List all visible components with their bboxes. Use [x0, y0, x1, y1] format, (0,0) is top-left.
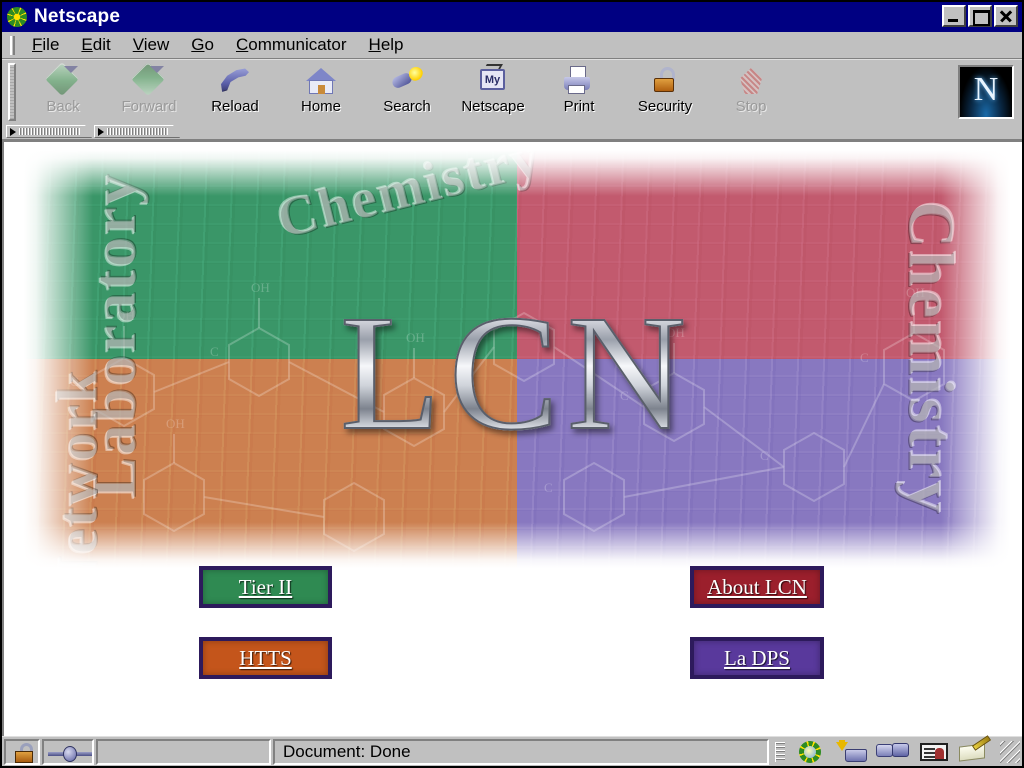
my-netscape-button[interactable]: My Netscape: [450, 62, 536, 120]
svg-text:OH: OH: [406, 330, 425, 345]
stop-sign-icon: [734, 65, 768, 97]
toolbar-grip[interactable]: [8, 63, 16, 121]
status-bar: Document: Done: [2, 734, 1022, 766]
menu-file-rest: ile: [42, 35, 60, 54]
menu-communicator-rest: ommunicator: [248, 35, 347, 54]
svg-text:C: C: [210, 344, 219, 359]
svg-text:OH: OH: [906, 285, 925, 300]
svg-text:C: C: [70, 374, 79, 389]
menu-bar-grip[interactable]: [10, 35, 15, 55]
window-controls: [942, 5, 1018, 27]
reload-button[interactable]: Reload: [192, 62, 278, 120]
link-tier-ii[interactable]: Tier II: [199, 566, 332, 608]
svg-text:OH: OH: [166, 416, 185, 431]
svg-text:OH: OH: [116, 308, 135, 323]
discussions-icon[interactable]: [874, 740, 912, 764]
expand-arrow-icon: [10, 127, 16, 136]
menu-communicator[interactable]: Communicator: [225, 33, 358, 57]
menu-go-rest: o: [204, 35, 214, 54]
link-htts[interactable]: HTTS: [199, 637, 332, 679]
home-button-label: Home: [300, 98, 341, 115]
grip-dots: [19, 128, 80, 135]
navigator-icon[interactable]: [792, 740, 830, 764]
menu-edit-rest: dit: [92, 35, 111, 54]
forward-button-label: Forward: [121, 98, 177, 115]
link-htts-label: HTTS: [239, 645, 292, 670]
network-connection-icon[interactable]: [42, 738, 94, 765]
title-bar: Netscape: [2, 2, 1022, 32]
home-icon: [304, 65, 338, 97]
svg-text:C: C: [364, 394, 373, 409]
stop-button-label: Stop: [735, 98, 767, 115]
menu-help-rest: elp: [380, 35, 404, 54]
menu-file[interactable]: File: [21, 33, 70, 57]
forward-arrow-icon: [131, 62, 166, 97]
molecular-structure-overlay: OH OH OH OH OH OH C C C C C C C C: [70, 280, 945, 553]
svg-text:C: C: [544, 480, 553, 495]
personal-toolbar-tab[interactable]: [94, 125, 180, 138]
svg-text:OH: OH: [251, 280, 270, 295]
lcn-banner-image: OH OH OH OH OH OH CC CC CC CC Laboratory Ne…: [24, 150, 1010, 568]
netscape-star-icon: [6, 6, 28, 28]
unlocked-padlock-icon[interactable]: [4, 738, 40, 765]
reload-button-label: Reload: [211, 98, 259, 115]
stop-button[interactable]: Stop: [708, 62, 794, 120]
grip-dots: [107, 128, 168, 135]
netscape-button-label: Netscape: [461, 98, 525, 115]
svg-text:C: C: [860, 350, 869, 365]
menu-view[interactable]: View: [122, 33, 181, 57]
back-button[interactable]: Back: [20, 62, 106, 120]
menu-edit[interactable]: Edit: [70, 33, 121, 57]
search-button[interactable]: Search: [364, 62, 450, 120]
my-netscape-icon: My: [476, 64, 510, 97]
search-flashlight-icon: [390, 65, 424, 97]
back-button-label: Back: [46, 98, 80, 115]
link-tier-ii-label: Tier II: [238, 574, 293, 599]
menu-bar: File Edit View Go Communicator Help: [2, 32, 1022, 59]
browser-window: Netscape File Edit View Go Communicator …: [0, 0, 1024, 768]
padlock-icon: [648, 65, 682, 97]
link-about-lcn-label: About LCN: [707, 574, 807, 599]
page-content: OH OH OH OH OH OH CC CC CC CC Laboratory Ne…: [2, 140, 1022, 736]
svg-text:C: C: [760, 448, 769, 463]
svg-text:OH: OH: [666, 325, 685, 340]
printer-icon: [562, 65, 596, 97]
link-la-dps[interactable]: La DPS: [690, 637, 824, 679]
link-la-dps-label: La DPS: [724, 645, 790, 670]
menu-help[interactable]: Help: [358, 33, 415, 57]
search-button-label: Search: [383, 98, 431, 115]
svg-text:C: C: [620, 388, 629, 403]
progress-area: [96, 738, 271, 765]
window-title: Netscape: [34, 6, 121, 27]
composer-icon[interactable]: [956, 734, 994, 764]
security-button-label: Security: [637, 98, 693, 115]
component-bar-grip[interactable]: [775, 741, 785, 762]
component-bar: [771, 734, 998, 765]
status-message: Document: Done: [273, 738, 769, 765]
print-button[interactable]: Print: [536, 62, 622, 120]
location-toolbar-tab[interactable]: [6, 125, 92, 138]
resize-grip[interactable]: [1000, 740, 1020, 763]
reload-icon: [218, 65, 252, 97]
navigation-toolbar: Back Forward Reload Home Search My Netsc…: [2, 59, 1022, 124]
back-arrow-icon: [45, 62, 80, 97]
collapsed-toolbars: [2, 124, 1022, 140]
home-button[interactable]: Home: [278, 62, 364, 120]
netscape-logo-letter: N: [973, 71, 999, 108]
menu-view-rest: iew: [143, 35, 170, 54]
expand-arrow-icon: [98, 127, 104, 136]
menu-go[interactable]: Go: [180, 33, 225, 57]
security-button[interactable]: Security: [622, 62, 708, 120]
address-book-icon[interactable]: [915, 740, 953, 764]
forward-button[interactable]: Forward: [106, 62, 192, 120]
link-about-lcn[interactable]: About LCN: [690, 566, 824, 608]
minimize-button[interactable]: [942, 5, 966, 27]
netscape-logo[interactable]: N: [958, 65, 1014, 119]
print-button-label: Print: [563, 98, 595, 115]
mailbox-icon[interactable]: [833, 739, 871, 764]
close-button[interactable]: [994, 5, 1018, 27]
maximize-button[interactable]: [968, 5, 992, 27]
svg-text:C: C: [470, 328, 479, 343]
